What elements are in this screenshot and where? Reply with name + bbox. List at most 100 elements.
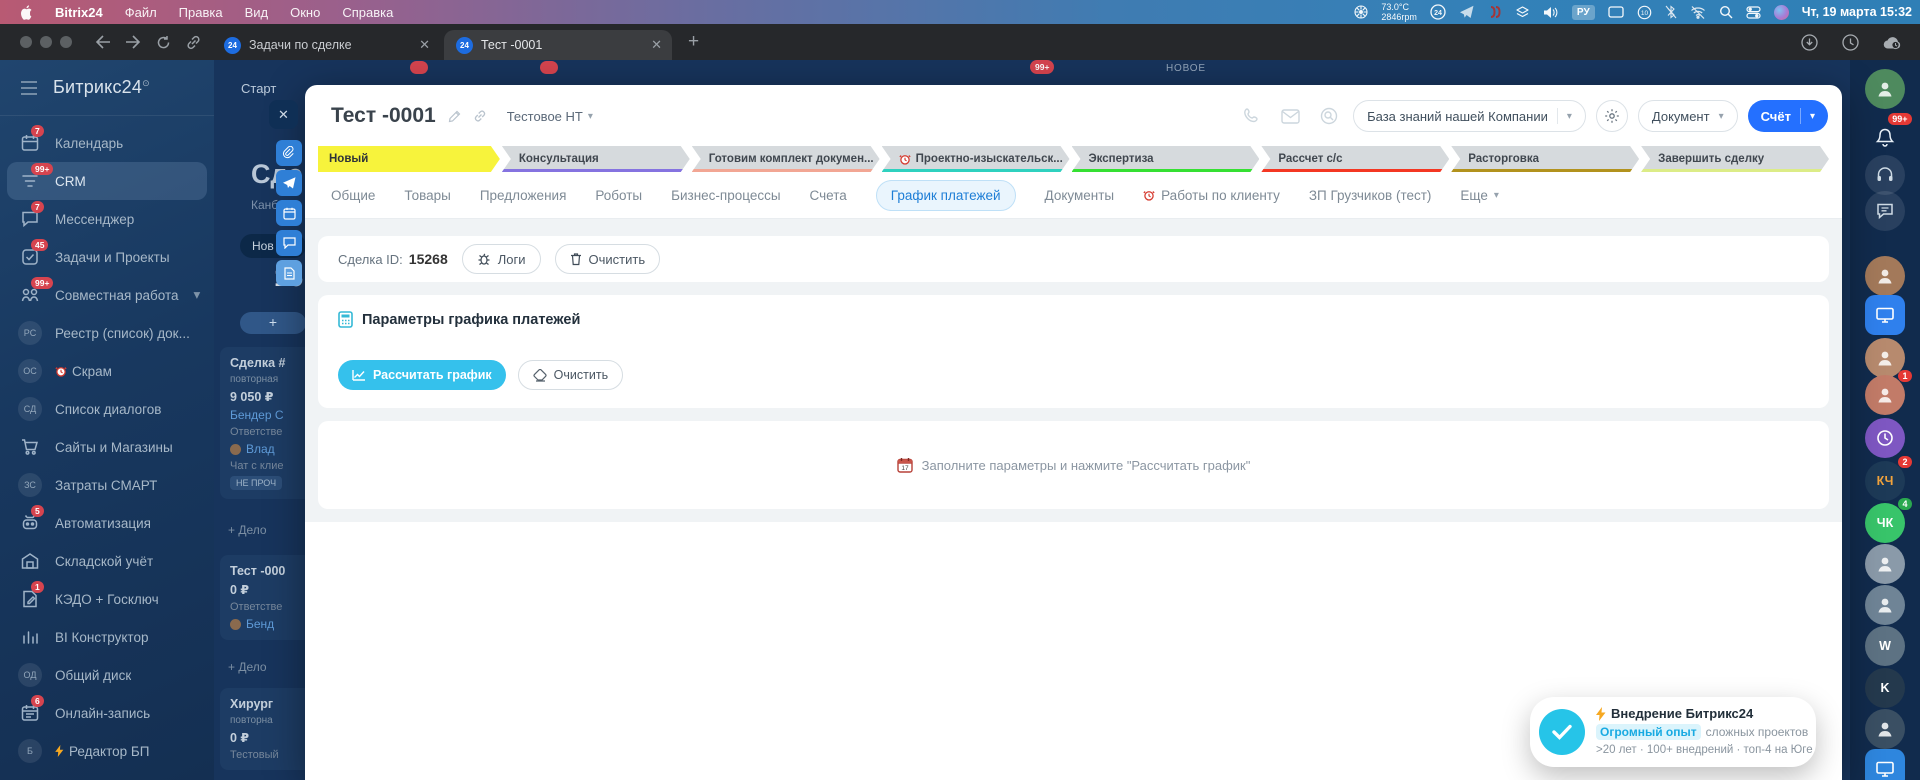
siri-icon[interactable] (1773, 4, 1789, 20)
tab-работы-по-клиенту[interactable]: Работы по клиенту (1143, 188, 1280, 203)
stage-проектно-изыскательск-[interactable]: Проектно-изыскательск... (882, 146, 1070, 172)
tab-бизнес-процессы[interactable]: Бизнес-процессы (671, 188, 780, 203)
tab-график-платежей[interactable]: График платежей (875, 179, 1016, 211)
tab-товары[interactable]: Товары (404, 188, 450, 203)
support[interactable] (1865, 155, 1905, 195)
sidebar-item-сайты-и-магазины[interactable]: Сайты и Магазины (0, 428, 214, 466)
control-center-icon[interactable] (1746, 5, 1761, 20)
menubar-menu[interactable]: Окно (290, 5, 320, 20)
invoice-button[interactable]: Счёт ▾ (1747, 100, 1828, 132)
browser-tab[interactable]: 24 Тест -0001 ✕ (444, 30, 672, 60)
chat-action-button[interactable] (276, 230, 302, 256)
window-controls[interactable] (0, 36, 88, 48)
profile-sync-icon[interactable] (1883, 35, 1902, 50)
logs-button[interactable]: Логи (461, 244, 541, 274)
history-icon[interactable] (1842, 33, 1859, 51)
volume-icon[interactable] (1543, 6, 1559, 19)
profile-avatar[interactable] (1865, 69, 1905, 109)
sidebar-item-автоматизация[interactable]: 5 Автоматизация (0, 504, 214, 542)
call-icon[interactable] (1243, 107, 1261, 125)
sidebar-item-кэдо-госключ[interactable]: 1 КЭДО + Госключ (0, 580, 214, 618)
tab-зп-грузчиков-тест-[interactable]: ЗП Грузчиков (тест) (1309, 188, 1432, 203)
app-shortcut[interactable] (1865, 749, 1905, 780)
tab-документы[interactable]: Документы (1045, 188, 1115, 203)
menubar-menu[interactable]: Справка (342, 5, 393, 20)
clear-logs-button[interactable]: Очистить (554, 244, 661, 274)
tab-счета[interactable]: Счета (810, 188, 847, 203)
menubar-menu[interactable]: Файл (125, 5, 157, 20)
input-language-indicator[interactable]: РУ (1571, 4, 1595, 20)
user-w[interactable]: W (1865, 626, 1905, 666)
screen-share[interactable] (1865, 295, 1905, 335)
link-icon[interactable] (178, 35, 208, 50)
stage-готовим-комплект-докумен-[interactable]: Готовим комплект докумен... (692, 146, 880, 172)
stage-завершить-сделку[interactable]: Завершить сделку (1641, 146, 1829, 172)
browser-reload-button[interactable] (148, 35, 178, 50)
user-avatar[interactable] (1865, 585, 1905, 625)
stage-новый[interactable]: Новый (318, 146, 500, 172)
attach-action-button[interactable] (276, 140, 302, 166)
sidebar-item-складской-уч-т[interactable]: Складской учёт (0, 542, 214, 580)
chat-kch[interactable]: КЧ 2 (1865, 456, 1912, 501)
menubar-menu[interactable]: Вид (245, 5, 269, 20)
open-chat-icon[interactable] (1320, 107, 1338, 125)
clear-form-button[interactable]: Очистить (517, 360, 624, 390)
apple-logo-icon[interactable] (20, 4, 33, 20)
edit-title-icon[interactable] (448, 110, 461, 123)
bitrix-tray-icon[interactable]: 24 (1430, 4, 1446, 20)
telegram-tray-icon[interactable] (1459, 5, 1475, 19)
sidebar-item-онлайн-запись[interactable]: 6 Онлайн-запись (0, 694, 214, 732)
download-icon[interactable] (1801, 33, 1818, 51)
add-activity-link[interactable]: + Дело (228, 523, 267, 537)
sidebar-item-реестр-список-док-[interactable]: РС Реестр (список) док... (0, 314, 214, 352)
notifications-bell[interactable]: 99+ (1865, 113, 1912, 158)
user-k[interactable]: K (1865, 668, 1905, 708)
chat-chk[interactable]: ЧК 4 (1865, 498, 1912, 543)
calculate-schedule-button[interactable]: Рассчитать график (338, 360, 506, 390)
battery-percent-icon[interactable]: 10 (1637, 5, 1652, 20)
tab-общие[interactable]: Общие (331, 188, 375, 203)
sidebar-item-задачи-и-проекты[interactable]: 45 Задачи и Проекты (0, 238, 214, 276)
user-avatar[interactable]: 1 (1865, 370, 1912, 415)
display-icon[interactable] (1608, 6, 1624, 18)
menu-toggle-icon[interactable] (20, 80, 38, 95)
sidebar-item-затраты-смарт[interactable]: ЗС Затраты СМАРТ (0, 466, 214, 504)
menubar-menu[interactable]: Правка (179, 5, 223, 20)
spotlight-search-icon[interactable] (1719, 5, 1733, 19)
menubar-app-name[interactable]: Bitrix24 (55, 5, 103, 20)
new-tab-button[interactable]: + (688, 31, 699, 53)
sidebar-item-скрам[interactable]: ОС Скрам (0, 352, 214, 390)
promo-notification[interactable]: Внедрение Битрикс24 Огромный опыт сложных… (1530, 697, 1816, 767)
sidebar-item-редактор-бп[interactable]: Б Редактор БП (0, 732, 214, 770)
sidebar-item-календарь[interactable]: 7 Календарь (0, 124, 214, 162)
sidebar-item-совместная-работа[interactable]: 99+ Совместная работа ▾ (0, 276, 214, 314)
user-avatar[interactable] (1865, 709, 1905, 749)
add-deal-button[interactable]: + (240, 312, 306, 334)
browser-back-button[interactable] (88, 35, 118, 49)
document-button[interactable]: Документ ▾ (1637, 100, 1738, 132)
tab-роботы[interactable]: Роботы (595, 188, 642, 203)
wifi-off-icon[interactable] (1690, 5, 1706, 19)
calendar-action-button[interactable] (276, 200, 302, 226)
start-stage-label[interactable]: Старт (241, 81, 276, 96)
email-icon[interactable] (1281, 108, 1300, 124)
browser-forward-button[interactable] (118, 35, 148, 49)
bluetooth-off-icon[interactable] (1665, 5, 1677, 19)
time-tracker[interactable] (1865, 418, 1905, 458)
doc-action-button[interactable] (276, 260, 302, 286)
feedback-chat[interactable] (1865, 191, 1905, 231)
add-activity-link[interactable]: + Дело (228, 660, 267, 674)
menubar-clock[interactable]: Чт, 19 марта 15:32 (1802, 5, 1912, 19)
sidebar-item-список-диалогов[interactable]: СД Список диалогов (0, 390, 214, 428)
close-tab-icon[interactable]: ✕ (651, 37, 662, 53)
stage-консультация[interactable]: Консультация (502, 146, 690, 172)
close-tab-icon[interactable]: ✕ (419, 37, 430, 53)
deal-client-link[interactable]: Тестовое НТ ▾ (507, 109, 593, 124)
tab-предложения[interactable]: Предложения (480, 188, 567, 203)
stage-экспертиза[interactable]: Экспертиза (1072, 146, 1260, 172)
red-app-tray-icon[interactable] (1488, 5, 1502, 19)
stack-tray-icon[interactable] (1515, 5, 1530, 20)
sidebar-item-мессенджер[interactable]: 7 Мессенджер (0, 200, 214, 238)
send-action-button[interactable] (276, 170, 302, 196)
sidebar-item-bi-конструктор[interactable]: BI Конструктор (0, 618, 214, 656)
